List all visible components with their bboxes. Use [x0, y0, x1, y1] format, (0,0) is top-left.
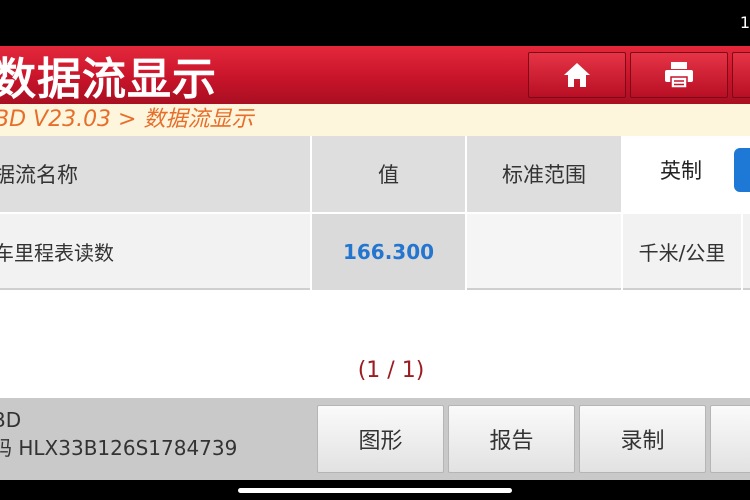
vehicle-info-line1: BD [0, 408, 22, 432]
table-row[interactable]: 车里程表读数 166.300 千米/公里 [0, 214, 750, 290]
column-header-name: 据流名称 [0, 136, 310, 212]
record-button[interactable]: 录制 [579, 405, 706, 473]
graph-button[interactable]: 图形 [317, 405, 444, 473]
status-bar: 1 [0, 0, 750, 46]
unit-toggle[interactable]: 英制 [628, 144, 750, 196]
column-header-name-label: 据流名称 [0, 163, 78, 187]
row-name: 车里程表读数 [0, 240, 114, 265]
printer-icon [665, 62, 693, 89]
breadcrumb-path: BD V23.03 > 数据流显示 [0, 107, 254, 132]
report-button[interactable]: 报告 [448, 405, 575, 473]
column-header-range: 标准范围 [467, 136, 621, 212]
footer-overflow-button[interactable] [710, 405, 750, 473]
row-unit: 千米/公里 [623, 214, 741, 290]
table-header: 据流名称 值 标准范围 英制 [0, 136, 750, 212]
footer-bar: BD 码 HLX33B126S1784739 图形 报告 录制 [0, 398, 750, 480]
status-clock: 1 [739, 13, 750, 32]
print-button[interactable] [630, 52, 728, 98]
column-header-value: 值 [312, 136, 465, 212]
home-button[interactable] [528, 52, 626, 98]
bottom-bar [0, 480, 750, 500]
vehicle-info-vin: 码 HLX33B126S1784739 [0, 436, 238, 460]
unit-toggle-metric-active[interactable] [734, 148, 750, 192]
title-bar: 数据流显示 [0, 46, 750, 105]
header-overflow-button[interactable] [732, 52, 750, 98]
home-indicator[interactable] [238, 488, 512, 493]
row-name-cell: 车里程表读数 [0, 214, 310, 290]
row-edge [743, 214, 750, 290]
home-icon [564, 63, 590, 87]
page-indicator: (1 / 1) [357, 358, 425, 383]
vehicle-info: BD 码 HLX33B126S1784739 [0, 406, 237, 462]
row-range [467, 214, 621, 290]
page-title: 数据流显示 [0, 54, 217, 105]
breadcrumb: BD V23.03 > 数据流显示 [0, 104, 750, 136]
row-value: 166.300 [312, 214, 465, 290]
unit-toggle-imperial[interactable]: 英制 [628, 155, 734, 185]
app-screen: 数据流显示 BD V23.03 > 数据流显示 据流名称 值 标准范围 英制 车… [0, 46, 750, 480]
